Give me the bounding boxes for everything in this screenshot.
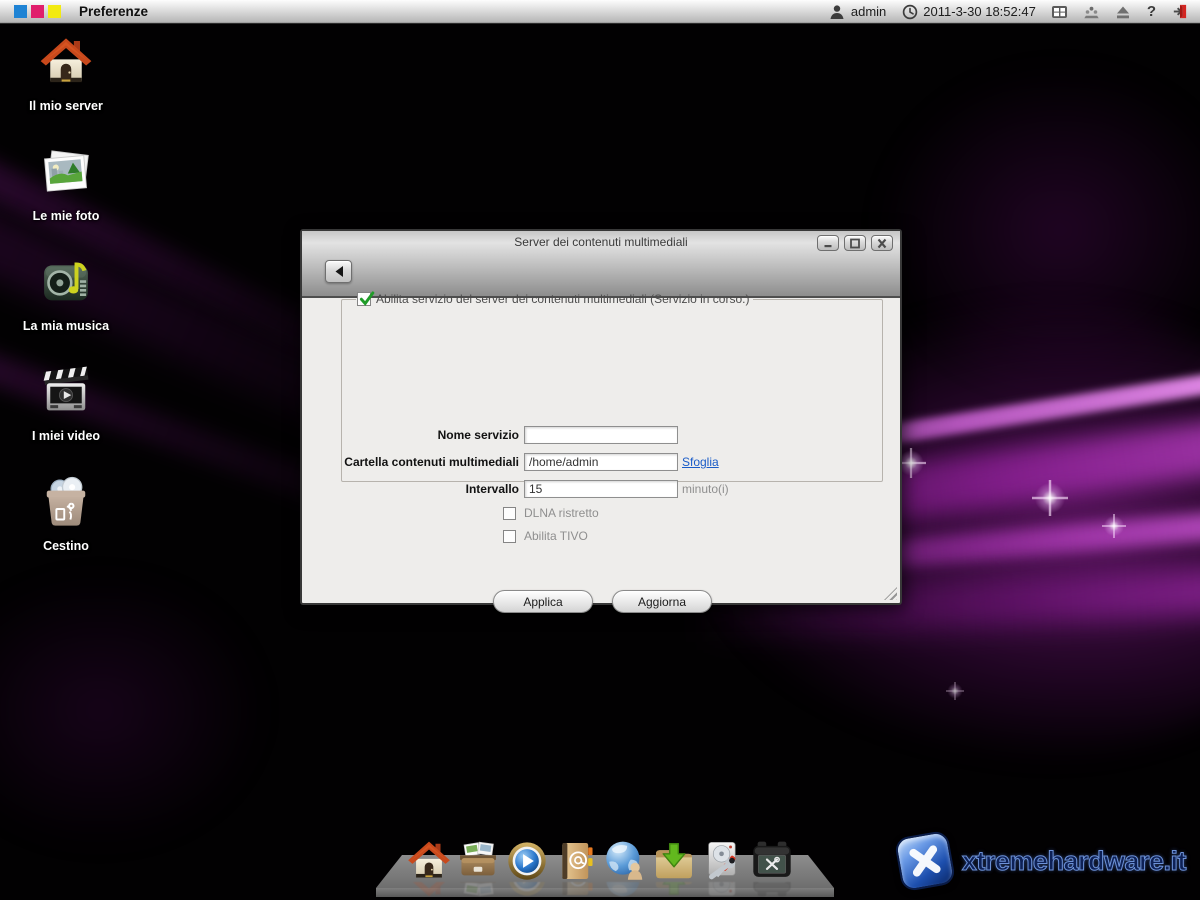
dock-download-folder-icon[interactable] <box>651 838 697 884</box>
eject-icon[interactable] <box>1115 3 1132 20</box>
dock-platform-front <box>376 888 834 897</box>
desktop-icon-label: La mia musica <box>23 319 109 333</box>
home-icon <box>38 34 94 90</box>
watermark-text: xtremehardware.it <box>962 846 1186 877</box>
back-button[interactable] <box>325 260 352 283</box>
media-server-window: Server dei contenuti multimediali <box>300 229 902 605</box>
desktop-icon-label: Il mio server <box>29 99 103 113</box>
dock-photo-box-icon[interactable] <box>455 838 501 884</box>
service-name-input[interactable] <box>524 426 678 444</box>
back-arrow-icon <box>333 265 345 278</box>
logo-square-yellow <box>48 5 61 18</box>
dock-media-player-icon[interactable] <box>504 838 550 884</box>
desktop-icon-my-server[interactable]: Il mio server <box>10 34 122 144</box>
music-icon <box>38 254 94 310</box>
enable-service-checkbox[interactable] <box>357 292 371 306</box>
photos-icon <box>38 144 94 200</box>
window-switcher-icon[interactable] <box>1051 3 1068 20</box>
username: admin <box>851 4 886 19</box>
browse-link[interactable]: Sfoglia <box>682 455 719 469</box>
maximize-button[interactable] <box>844 235 866 251</box>
dock <box>406 838 795 884</box>
user-icon <box>829 3 846 20</box>
logo-square-pink <box>31 5 44 18</box>
logout-icon[interactable] <box>1171 3 1188 20</box>
user-menu[interactable]: admin <box>829 3 886 20</box>
refresh-button[interactable]: Aggiorna <box>612 590 712 613</box>
dock-address-book-icon[interactable] <box>553 838 599 884</box>
desktop-icon-trash[interactable]: Cestino <box>10 474 122 584</box>
menubar: Preferenze admin 2011-3-30 18:52:47 <box>0 0 1200 24</box>
maximize-icon <box>849 238 861 249</box>
desktop-icon-label: Le mie foto <box>33 209 100 223</box>
dock-toolbox-icon[interactable] <box>749 838 795 884</box>
enable-tivo-checkbox[interactable] <box>503 530 516 543</box>
trash-icon <box>38 474 94 530</box>
window-title: Server dei contenuti multimediali <box>302 235 900 249</box>
desktop: Preferenze admin 2011-3-30 18:52:47 <box>0 0 1200 900</box>
service-name-label: Nome servizio <box>302 428 519 442</box>
logo-square-blue <box>14 5 27 18</box>
desktop-icon-my-photos[interactable]: Le mie foto <box>10 144 122 254</box>
help-icon[interactable]: ? <box>1147 3 1156 20</box>
dock-disk-utility-icon[interactable] <box>700 838 746 884</box>
desktop-icon-label: I miei video <box>32 429 100 443</box>
dock-home-icon[interactable] <box>406 838 452 884</box>
desktop-icon-label: Cestino <box>43 539 89 553</box>
minimize-button[interactable] <box>817 235 839 251</box>
close-icon <box>876 238 888 249</box>
media-folder-input[interactable] <box>524 453 678 471</box>
dock-web-users-icon[interactable] <box>602 838 648 884</box>
desktop-icon-my-videos[interactable]: I miei video <box>10 364 122 474</box>
dlna-restricted-checkbox[interactable] <box>503 507 516 520</box>
minimize-icon <box>822 238 834 249</box>
interval-input[interactable] <box>524 480 678 498</box>
window-body: Abilita servizio del server dei contenut… <box>302 298 900 603</box>
interval-suffix: minuto(i) <box>682 482 729 496</box>
desktop-icon-list: Il mio server Le mie foto La mia musica … <box>10 34 122 584</box>
media-folder-label: Cartella contenuti multimediali <box>302 455 519 469</box>
system-logo[interactable] <box>14 5 61 18</box>
interval-label: Intervallo <box>302 482 519 496</box>
resize-grip[interactable] <box>884 587 897 600</box>
close-button[interactable] <box>871 235 893 251</box>
menubar-title: Preferenze <box>79 4 148 19</box>
dlna-restricted-label: DLNA ristretto <box>524 506 599 520</box>
enable-tivo-label: Abilita TIVO <box>524 529 588 543</box>
xtremehardware-logo-icon <box>894 830 957 893</box>
apply-button[interactable]: Applica <box>493 590 593 613</box>
watermark: xtremehardware.it <box>898 834 1186 888</box>
enable-service-label: Abilita servizio del server dei contenut… <box>376 292 749 306</box>
clock-display: 2011-3-30 18:52:47 <box>901 3 1036 20</box>
check-icon <box>358 290 376 308</box>
desktop-icon-my-music[interactable]: La mia musica <box>10 254 122 364</box>
window-header: Server dei contenuti multimediali <box>302 231 900 298</box>
video-icon <box>38 364 94 420</box>
network-users-icon[interactable] <box>1083 3 1100 20</box>
datetime: 2011-3-30 18:52:47 <box>923 4 1036 19</box>
clock-icon <box>901 3 918 20</box>
